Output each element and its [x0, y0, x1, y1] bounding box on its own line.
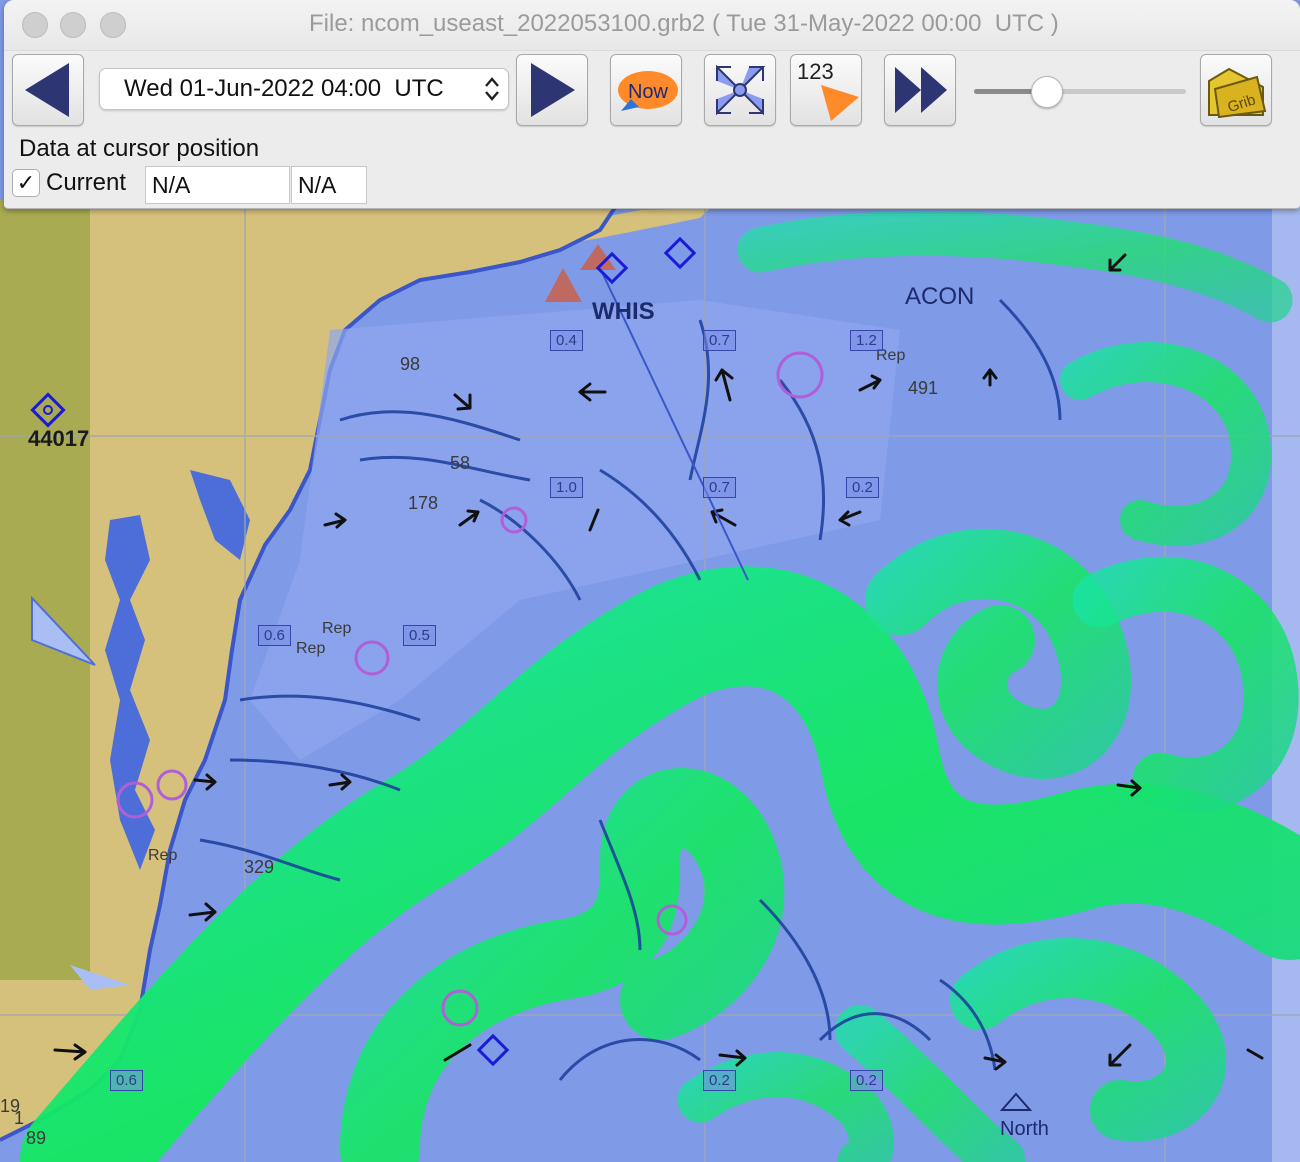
fast-forward-icon [895, 67, 947, 113]
next-record-button[interactable] [516, 54, 588, 126]
grib-window[interactable]: File: ncom_useast_2022053100.grb2 ( Tue … [4, 0, 1300, 209]
time-slider-knob[interactable] [1031, 76, 1064, 108]
current-value-box: 0.6 [258, 625, 291, 646]
depth-label: 1 [14, 1108, 25, 1128]
window-titlebar[interactable]: File: ncom_useast_2022053100.grb2 ( Tue … [4, 0, 1300, 51]
current-value-box: 0.5 [403, 625, 436, 646]
now-button[interactable]: Now [610, 54, 682, 126]
expand-arrows-icon [716, 64, 766, 116]
time-slider-track[interactable] [974, 89, 1186, 94]
now-button-label: Now [628, 81, 669, 103]
current-value-box: 0.6 [110, 1070, 143, 1091]
chevron-updown-icon [485, 77, 499, 101]
north-label: North [1000, 1118, 1049, 1140]
window-title: File: ncom_useast_2022053100.grb2 ( Tue … [309, 10, 1059, 37]
show-numbers-button[interactable]: 123 [790, 54, 862, 126]
current-value-field[interactable]: N/A [145, 166, 290, 204]
current-value-box: 0.2 [703, 1070, 736, 1091]
rep-label: Rep [148, 847, 178, 864]
rep-label: Rep [322, 620, 352, 637]
depth-label: 58 [450, 453, 471, 473]
left-arrow-icon [25, 63, 69, 117]
current-value-box: 0.4 [550, 330, 583, 351]
numbers-button-label: 123 [797, 59, 834, 84]
depth-label: 89 [26, 1128, 47, 1148]
minimize-window-button[interactable] [60, 12, 86, 38]
right-arrow-icon [531, 63, 575, 117]
current-value-box: 0.2 [850, 1070, 883, 1091]
depth-label: 329 [244, 857, 275, 877]
zoom-to-grib-button[interactable] [704, 54, 776, 126]
numbers-icon: 123 [797, 59, 859, 121]
current-direction-field[interactable]: N/A [291, 166, 367, 204]
rep-label: Rep [296, 640, 326, 657]
play-button[interactable] [884, 54, 956, 126]
now-icon: Now [618, 71, 678, 111]
data-at-cursor-heading: Data at cursor position [19, 135, 260, 162]
current-value-box: 0.7 [703, 477, 736, 498]
time-select[interactable]: Wed 01-Jun-2022 04:00 UTC [99, 68, 509, 110]
time-select-value: Wed 01-Jun-2022 04:00 UTC [124, 75, 444, 102]
depth-label: 491 [908, 378, 939, 398]
current-value-box: 0.2 [846, 477, 879, 498]
current-value-box: 1.2 [850, 330, 883, 351]
grib-folder-icon: Grib [1208, 67, 1267, 119]
current-value-box: 1.0 [550, 477, 583, 498]
depth-label: 98 [400, 354, 421, 374]
previous-record-button[interactable] [12, 54, 84, 126]
open-grib-file-button[interactable]: Grib [1200, 54, 1272, 126]
current-value-box: 0.7 [703, 330, 736, 351]
land-shaded-area [0, 200, 90, 980]
depth-label: 178 [408, 493, 439, 513]
current-checkbox[interactable]: ✓ [12, 169, 40, 197]
zoom-window-button[interactable] [100, 12, 126, 38]
buoy-label: 44017 [28, 426, 90, 451]
close-window-button[interactable] [22, 12, 48, 38]
beacon-label: ACON [905, 283, 975, 310]
whis-label: WHIS [592, 298, 655, 325]
current-label: Current [46, 169, 127, 196]
